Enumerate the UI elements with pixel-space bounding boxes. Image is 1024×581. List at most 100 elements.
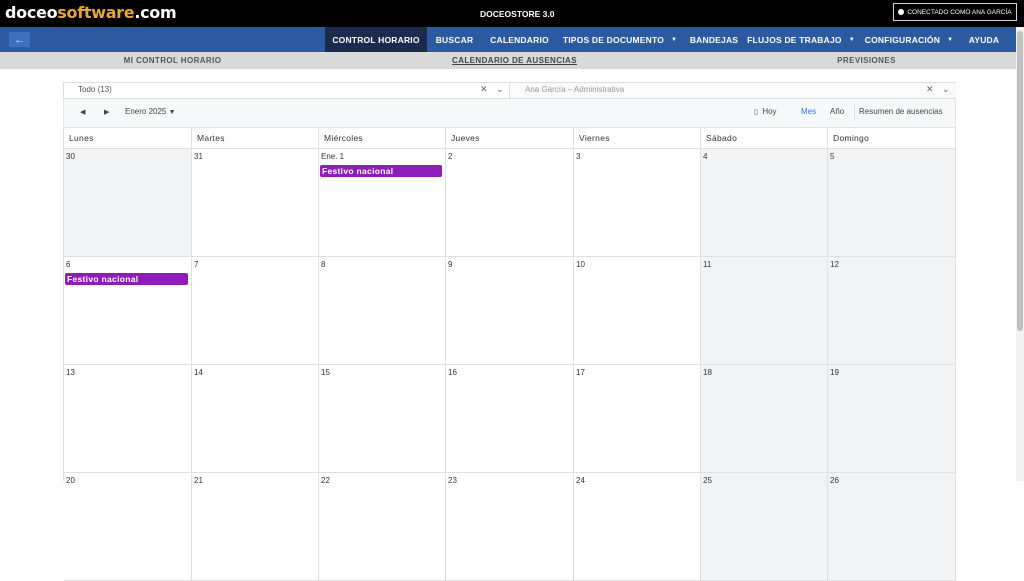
day-number: 2 (448, 152, 453, 161)
scrollbar[interactable] (1016, 27, 1024, 481)
calendar-day-cell[interactable]: 2 (446, 149, 574, 257)
calendar-day-cell[interactable]: 11 (701, 257, 828, 365)
prev-month-icon[interactable]: ◀ (80, 108, 85, 116)
month-selector[interactable]: Enero 2025 ▼ (125, 107, 176, 116)
absence-summary-button[interactable]: Resumen de ausencias (859, 107, 943, 116)
calendar-day-cell[interactable]: 9 (446, 257, 574, 365)
phone-icon: ▯ (754, 109, 758, 116)
subnav-previsiones[interactable]: PREVISIONES (754, 52, 979, 69)
calendar-day-cell[interactable]: 7 (192, 257, 319, 365)
calendar-day-cell[interactable]: 12 (828, 257, 956, 365)
month-view-button[interactable]: Mes (801, 107, 816, 116)
calendar-day-cell[interactable]: 4 (701, 149, 828, 257)
nav-item-ayuda[interactable]: AYUDA (961, 27, 1007, 52)
logo[interactable]: doceosoftware.com (5, 3, 177, 22)
calendar-day-cell[interactable]: 31 (192, 149, 319, 257)
filters-bar: Todo (13) ✕ ⌄ Ana García – Administrativ… (63, 82, 956, 99)
calendar-day-cell[interactable]: 6 Festivo nacional (64, 257, 192, 365)
sub-nav: MI CONTROL HORARIO CALENDARIO DE AUSENCI… (0, 52, 1024, 69)
year-view-button[interactable]: Año (830, 107, 844, 116)
scrollbar-thumb[interactable] (1017, 31, 1023, 331)
day-number: 11 (703, 260, 712, 269)
day-number: 4 (703, 152, 708, 161)
chevron-down-icon[interactable]: ⌄ (496, 84, 504, 95)
calendar-day-cell[interactable]: 13 (64, 365, 192, 473)
clear-icon[interactable]: ✕ (480, 84, 488, 95)
calendar-day-cell[interactable]: 10 (574, 257, 701, 365)
day-number: 6 (66, 260, 71, 269)
day-number: 16 (448, 368, 457, 377)
caret-down-icon: ▼ (947, 36, 954, 43)
calendar-grid: Lunes Martes Miércoles Jueves Viernes Sábado D… (63, 127, 956, 581)
caret-down-icon: ▼ (168, 109, 176, 116)
nav-item-flujos-trabajo[interactable]: FLUJOS DE TRABAJO ▼ (745, 27, 857, 52)
weekday-header: Miércoles (319, 127, 446, 149)
weekday-header: Viernes (574, 127, 701, 149)
nav-item-configuracion[interactable]: CONFIGURACIÓN ▼ (857, 27, 961, 52)
calendar-day-cell[interactable]: 17 (574, 365, 701, 473)
nav-item-calendario[interactable]: CALENDARIO (482, 27, 557, 52)
calendar-day-cell[interactable]: 19 (828, 365, 956, 473)
back-button[interactable]: ← (9, 32, 30, 47)
subnav-mi-control-horario[interactable]: MI CONTROL HORARIO (60, 52, 285, 69)
main-nav: ← CONTROL HORARIO BUSCAR CALENDARIO TIPO… (0, 27, 1024, 52)
calendar-event[interactable]: Festivo nacional (320, 165, 442, 177)
person-select-placeholder: Ana García – Administrativa (525, 85, 625, 94)
weekday-header: Lunes (64, 127, 192, 149)
nav-item-bandejas[interactable]: BANDEJAS (683, 27, 745, 52)
day-number: 7 (194, 260, 199, 269)
nav-item-buscar[interactable]: BUSCAR (427, 27, 482, 52)
top-bar: doceosoftware.com DOCEOSTORE 3.0 CONECTA… (0, 0, 1024, 27)
weekday-header: Sábado (701, 127, 828, 149)
calendar-day-cell[interactable]: 24 (574, 473, 701, 581)
day-number: 10 (576, 260, 585, 269)
calendar-day-cell[interactable]: 8 (319, 257, 446, 365)
day-number: 17 (576, 368, 585, 377)
day-number: 31 (194, 152, 203, 161)
calendar-day-cell[interactable]: 20 (64, 473, 192, 581)
weekday-header: Domingo (828, 127, 956, 149)
calendar-day-cell[interactable]: 14 (192, 365, 319, 473)
group-select-value: Todo (13) (78, 85, 112, 94)
toolbar-divider (854, 105, 855, 121)
weekday-header: Martes (192, 127, 319, 149)
day-number: 5 (830, 152, 835, 161)
day-number: 8 (321, 260, 326, 269)
day-number: 19 (830, 368, 839, 377)
calendar-day-cell[interactable]: 23 (446, 473, 574, 581)
nav-item-control-horario[interactable]: CONTROL HORARIO (325, 27, 427, 52)
calendar-day-cell[interactable]: 3 (574, 149, 701, 257)
chevron-down-icon[interactable]: ⌄ (942, 84, 950, 95)
nav-item-tipos-documento[interactable]: TIPOS DE DOCUMENTO ▼ (557, 27, 683, 52)
day-number: 13 (66, 368, 75, 377)
calendar-event[interactable]: Festivo nacional (65, 273, 188, 285)
person-select[interactable]: Ana García – Administrativa ✕ ⌄ (510, 83, 956, 98)
day-number: 12 (830, 260, 839, 269)
calendar-day-cell[interactable]: 22 (319, 473, 446, 581)
day-number: Ene. 1 (321, 152, 345, 161)
calendar-day-cell[interactable]: 15 (319, 365, 446, 473)
group-select[interactable]: Todo (13) ✕ ⌄ (64, 83, 510, 98)
next-month-icon[interactable]: ▶ (104, 108, 109, 116)
calendar-day-cell[interactable]: 5 (828, 149, 956, 257)
app-title: DOCEOSTORE 3.0 (480, 9, 555, 19)
today-button[interactable]: ▯ Hoy (754, 107, 777, 116)
calendar-toolbar: ◀ ▶ Enero 2025 ▼ ▯ Hoy Mes Año Resumen d… (63, 99, 956, 127)
calendar-day-cell[interactable]: 21 (192, 473, 319, 581)
calendar-day-cell[interactable]: Ene. 1 Festivo nacional (319, 149, 446, 257)
subnav-calendario-ausencias[interactable]: CALENDARIO DE AUSENCIAS (402, 52, 627, 69)
calendar-day-cell[interactable]: 16 (446, 365, 574, 473)
calendar-day-cell[interactable]: 26 (828, 473, 956, 581)
calendar-day-cell[interactable]: 25 (701, 473, 828, 581)
calendar-day-cell[interactable]: 30 (64, 149, 192, 257)
caret-down-icon: ▼ (671, 36, 678, 43)
user-status-button[interactable]: CONECTADO COMO ANA GARCÍA (893, 3, 1017, 21)
day-number: 15 (321, 368, 330, 377)
weekday-header: Jueves (446, 127, 574, 149)
user-status-label: CONECTADO COMO ANA GARCÍA (907, 8, 1012, 16)
calendar-day-cell[interactable]: 18 (701, 365, 828, 473)
day-number: 30 (66, 152, 75, 161)
day-number: 18 (703, 368, 712, 377)
arrow-left-icon: ← (14, 33, 25, 46)
clear-icon[interactable]: ✕ (926, 84, 934, 95)
